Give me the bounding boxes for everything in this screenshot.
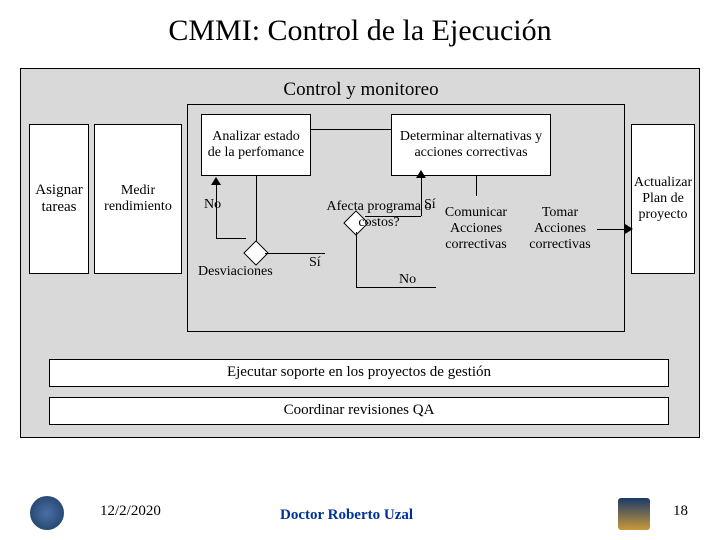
connector-line [365, 216, 421, 217]
connector-line [311, 129, 391, 130]
logo-right-icon [618, 498, 650, 530]
connector-line [216, 238, 246, 239]
footer-date: 12/2/2020 [100, 503, 161, 520]
desviaciones-label: Desviaciones [198, 264, 273, 280]
connector-line [356, 287, 436, 288]
arrow-icon [416, 170, 426, 178]
slide-title: CMMI: Control de la Ejecución [0, 0, 720, 56]
comunicar-box: Comunicar Acciones correctivas [435, 194, 517, 264]
connector-line [356, 232, 357, 287]
actualizar-box: Actualizar Plan de proyecto [631, 124, 695, 274]
no2-label: No [399, 272, 416, 288]
si-label: Sí [309, 255, 321, 271]
outer-frame: Control y monitoreo Asignar tareas Medir… [20, 68, 700, 438]
page-number: 18 [673, 503, 688, 520]
logo-left-icon [30, 496, 64, 530]
si2-label: Sí [424, 197, 436, 213]
arrow-icon [625, 224, 633, 234]
coordinar-bar: Coordinar revisiones QA [49, 397, 669, 425]
medir-box: Medir rendimiento [94, 124, 182, 274]
ejecutar-bar: Ejecutar soporte en los proyectos de ges… [49, 359, 669, 387]
asignar-box: Asignar tareas [29, 124, 89, 274]
determinar-box: Determinar alternativas y acciones corre… [391, 114, 551, 176]
connector-line [256, 176, 257, 246]
footer: 12/2/2020 Doctor Roberto Uzal 18 [0, 490, 720, 540]
connector-line [476, 176, 477, 196]
tomar-box: Tomar Acciones correctivas [521, 194, 599, 264]
connector-line [421, 176, 422, 216]
analizar-box: Analizar estado de la perfomance [201, 114, 311, 176]
footer-author: Doctor Roberto Uzal [280, 507, 413, 524]
arrow-icon [211, 177, 221, 185]
connector-line [265, 253, 325, 254]
no-label: No [204, 197, 221, 213]
monitor-title: Control y monitoreo [211, 79, 511, 101]
